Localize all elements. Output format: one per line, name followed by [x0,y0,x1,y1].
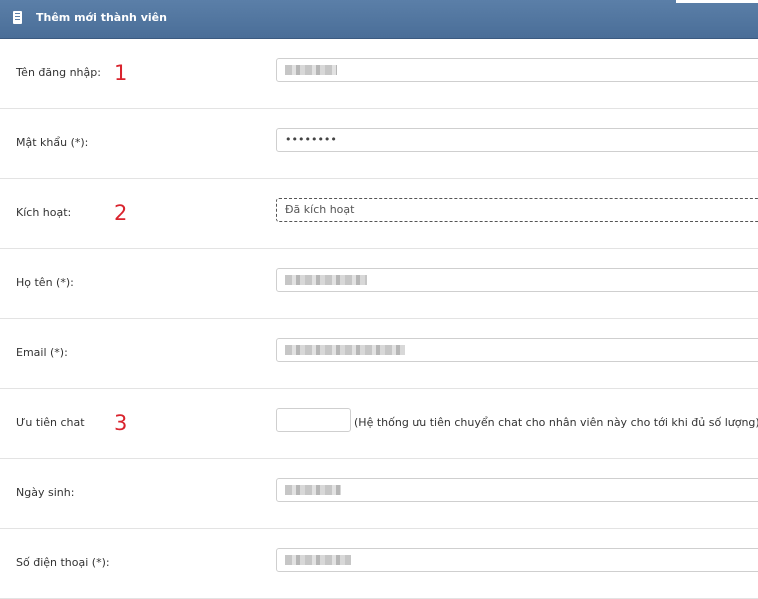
form-row-username: Tên đăng nhập: 1 [0,38,758,109]
panel-header: Thêm mới thành viên [0,0,758,39]
annotation-marker-2: 2 [114,201,128,225]
annotation-marker-1: 1 [114,61,128,85]
panel-title: Thêm mới thành viên [36,11,167,24]
redacted-value [285,275,367,285]
birthday-input[interactable] [276,478,758,502]
redacted-value [285,555,351,565]
fullname-input[interactable] [276,268,758,292]
email-input[interactable] [276,338,758,362]
password-label: Mật khẩu (*): [16,136,89,149]
redacted-value [285,485,341,495]
header-tab-gap [676,0,758,3]
phone-input[interactable] [276,548,758,572]
form-row-chat-priority: Ưu tiên chat 3 (Hệ thống ưu tiên chuyển … [0,388,758,459]
phone-label: Số điện thoại (*): [16,556,110,569]
document-icon [13,11,22,24]
form-row-fullname: Họ tên (*): [0,248,758,319]
chat-priority-input[interactable] [276,408,351,432]
password-value: •••••••• [285,133,337,146]
form-row-email: Email (*): [0,318,758,389]
form-row-password: Mật khẩu (*): •••••••• [0,108,758,179]
chat-priority-label: Ưu tiên chat [16,416,85,429]
username-label: Tên đăng nhập: [16,66,101,79]
email-label: Email (*): [16,346,68,359]
password-input[interactable]: •••••••• [276,128,758,152]
form-row-birthday: Ngày sinh: [0,458,758,529]
form-row-phone: Số điện thoại (*): [0,528,758,599]
form-row-active: Kích hoạt: 2 Đã kích hoạt [0,178,758,249]
active-selected-value: Đã kích hoạt [285,203,355,216]
annotation-marker-3: 3 [114,411,128,435]
username-input[interactable] [276,58,758,82]
active-label: Kích hoạt: [16,206,72,219]
redacted-value [285,65,337,75]
redacted-value [285,345,405,355]
active-select[interactable]: Đã kích hoạt [276,198,758,222]
fullname-label: Họ tên (*): [16,276,74,289]
birthday-label: Ngày sinh: [16,486,75,499]
chat-priority-hint: (Hệ thống ưu tiên chuyển chat cho nhân v… [354,416,758,429]
